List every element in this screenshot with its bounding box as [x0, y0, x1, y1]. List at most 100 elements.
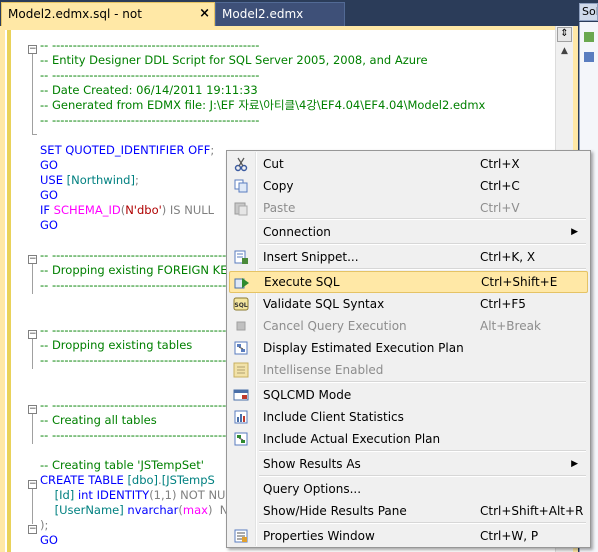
code-token: USE — [40, 173, 67, 187]
solution-explorer-tab[interactable]: Sol — [579, 3, 598, 21]
execute-icon — [234, 275, 250, 291]
collapse-region-icon[interactable]: − — [28, 330, 37, 339]
menu-item-label: Query Options... — [263, 482, 362, 496]
collapse-region-icon[interactable]: − — [28, 405, 37, 414]
menu-item-cut[interactable]: Cut Ctrl+X — [229, 153, 588, 175]
code-line: -- -------------------------------------… — [40, 113, 259, 128]
code-token: -- Dropping existing tables — [40, 338, 193, 352]
code-token: SET QUOTED_IDENTIFIER OFF — [40, 143, 211, 157]
document-tab-strip: Model2.edmx.sql - not connected × Model2… — [0, 0, 578, 43]
sql-validate-icon: SQL — [233, 296, 249, 312]
menu-item-properties-window[interactable]: Properties Window Ctrl+W, P — [229, 525, 588, 547]
code-token: ; — [134, 173, 139, 187]
menu-item-shortcut: Ctrl+C — [480, 179, 520, 193]
menu-item-query-options[interactable]: Query Options... — [229, 478, 588, 500]
fold-end — [32, 134, 37, 135]
code-token: IF — [40, 203, 54, 217]
code-token: (1,1) NOT NU — [149, 488, 226, 502]
code-line: -- Entity Designer DDL Script for SQL Se… — [40, 53, 428, 68]
menu-item-shortcut: Ctrl+Shift+E — [481, 275, 558, 289]
code-token: N'dbo' — [125, 203, 162, 217]
code-token: -- Generated from EDMX file: J:\EF 자료\아티… — [40, 98, 486, 112]
menu-item-cancel-query-execution[interactable]: Cancel Query Execution Alt+Break — [229, 315, 588, 337]
menu-separator — [259, 381, 586, 383]
copy-icon — [233, 178, 249, 194]
menu-item-intellisense-enabled[interactable]: Intellisense Enabled — [229, 359, 588, 381]
menu-item-label: Execute SQL — [264, 275, 340, 289]
menu-item-copy[interactable]: Copy Ctrl+C — [229, 175, 588, 197]
menu-item-label: Show Results As — [263, 457, 361, 471]
code-token: -- Creating table 'JSTempSet' — [40, 458, 204, 472]
menu-item-label: Display Estimated Execution Plan — [263, 341, 464, 355]
menu-item-label: Validate SQL Syntax — [263, 297, 385, 311]
menu-separator — [259, 218, 586, 220]
code-line: -- -------------------------------------… — [40, 38, 259, 53]
scroll-up-icon[interactable]: ▲ — [557, 44, 572, 59]
menu-item-connection[interactable]: Connection ▶ — [229, 221, 588, 243]
menu-separator — [259, 475, 586, 477]
collapse-region-icon[interactable]: − — [28, 480, 37, 489]
collapse-region-icon[interactable]: − — [28, 255, 37, 264]
menu-item-execute-sql[interactable]: Execute SQL Ctrl+Shift+E — [229, 271, 588, 293]
tab-model2-edmx-sql[interactable]: Model2.edmx.sql - not connected × — [1, 2, 215, 43]
code-line: -- Creating all tables — [40, 413, 157, 428]
close-tab-icon[interactable]: × — [199, 3, 210, 25]
code-token: -- Date Created: 06/14/2011 19:11:33 — [40, 83, 258, 97]
menu-item-validate-sql-syntax[interactable]: SQL Validate SQL Syntax Ctrl+F5 — [229, 293, 588, 315]
sqlcmd-icon — [233, 387, 249, 403]
menu-item-shortcut: Ctrl+Shift+Alt+R — [480, 504, 584, 518]
menu-item-paste[interactable]: Paste Ctrl+V — [229, 197, 588, 219]
menu-separator — [259, 268, 586, 270]
menu-item-label: Cut — [263, 157, 284, 171]
code-line: -- Dropping existing FOREIGN KE — [40, 263, 227, 278]
code-token: -- Creating all tables — [40, 413, 157, 427]
menu-item-label: Paste — [263, 201, 296, 215]
code-token: max — [182, 503, 208, 517]
intellisense-icon — [233, 362, 249, 378]
menu-item-include-actual-execution-plan[interactable]: Include Actual Execution Plan — [229, 428, 588, 450]
collapse-region-icon[interactable]: − — [28, 45, 37, 54]
editor-context-menu: Cut Ctrl+X Copy Ctrl+C Paste Ctrl+V Connection… — [226, 150, 591, 548]
code-line: GO — [40, 188, 58, 203]
code-token: -- -------------------------------------… — [40, 38, 260, 52]
menu-item-insert-snippet[interactable]: Insert Snippet... Ctrl+K, X — [229, 246, 588, 268]
menu-item-show-hide-results-pane[interactable]: Show/Hide Results Pane Ctrl+Shift+Alt+R — [229, 500, 588, 522]
menu-item-shortcut: Alt+Break — [480, 319, 541, 333]
change-tracking-bar — [7, 30, 11, 552]
properties-icon — [233, 528, 249, 544]
menu-item-display-estimated-execution-plan[interactable]: Display Estimated Execution Plan — [229, 337, 588, 359]
folder-icon — [584, 52, 594, 62]
menu-item-label: Insert Snippet... — [263, 250, 359, 264]
menu-item-label: SQLCMD Mode — [263, 388, 352, 402]
menu-item-show-results-as[interactable]: Show Results As ▶ — [229, 453, 588, 475]
menu-separator — [259, 522, 586, 524]
menu-item-label: Copy — [263, 179, 294, 193]
menu-item-shortcut: Ctrl+V — [480, 201, 520, 215]
code-token: -- Entity Designer DDL Script for SQL Se… — [40, 53, 428, 67]
code-token: [UserName] — [54, 503, 124, 517]
code-line: [UserName] nvarchar(max) N — [40, 503, 229, 518]
tab-model2-edmx[interactable]: Model2.edmx — [215, 2, 345, 26]
menu-item-include-client-statistics[interactable]: Include Client Statistics — [229, 406, 588, 428]
submenu-arrow-icon: ▶ — [571, 459, 578, 469]
collapse-region-icon[interactable]: − — [28, 525, 37, 534]
code-token: [JSTempS — [161, 473, 215, 487]
code-token: [Northwind] — [66, 173, 135, 187]
code-token: ) IS NULL — [161, 203, 215, 217]
fold-guide — [32, 339, 33, 369]
code-token: -- Dropping existing FOREIGN KE — [40, 263, 228, 277]
code-line: GO — [40, 158, 58, 173]
split-window-icon[interactable]: ⇕ — [557, 27, 572, 42]
fold-guide — [32, 414, 33, 444]
code-line: -- -------------------------------------… — [40, 68, 259, 83]
code-token: int IDENTITY — [74, 488, 150, 502]
menu-item-label: Connection — [263, 225, 331, 239]
submenu-arrow-icon: ▶ — [571, 227, 578, 237]
menu-separator — [259, 243, 586, 245]
menu-item-sqlcmd-mode[interactable]: SQLCMD Mode — [229, 384, 588, 406]
code-token: GO — [40, 158, 58, 172]
fold-guide — [32, 54, 33, 134]
code-token: CREATE TABLE — [40, 473, 128, 487]
code-token: GO — [40, 533, 58, 547]
toolbar-icons — [584, 32, 594, 62]
